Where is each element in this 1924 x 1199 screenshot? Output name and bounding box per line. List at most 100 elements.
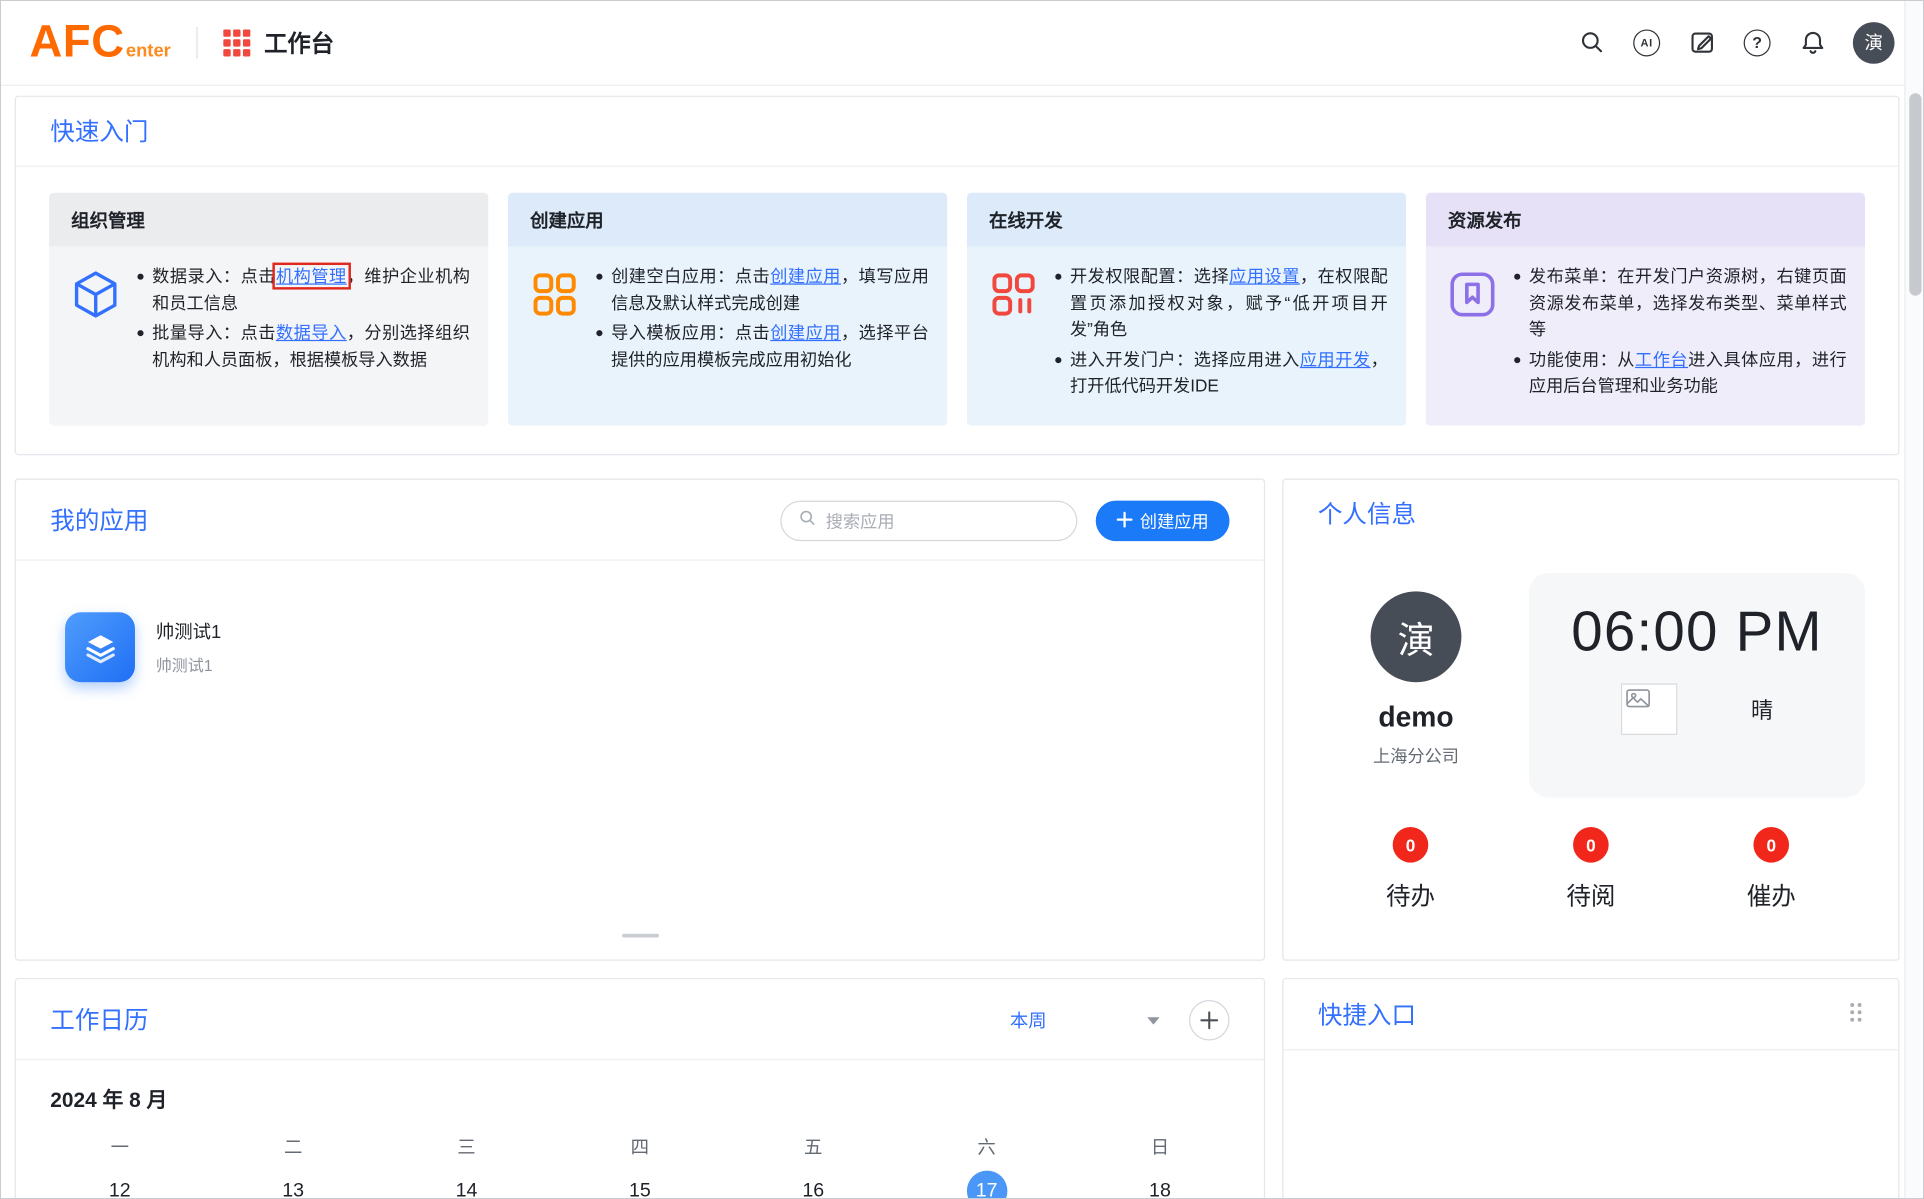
bookmark-window-icon [1445, 267, 1499, 408]
bullet-text: 开发权限配置：选择 [1070, 266, 1229, 286]
scroll-hint-bar[interactable] [621, 934, 658, 938]
quick-entry-body [1283, 1050, 1898, 1199]
link-app-development[interactable]: 应用开发 [1300, 349, 1371, 369]
ai-assistant-icon[interactable]: AI [1632, 28, 1661, 57]
bullet-item: 进入开发门户：选择应用进入应用开发，打开低代码开发IDE [1053, 347, 1388, 400]
range-value: 本周 [1010, 1007, 1047, 1033]
quickstart-header: 快速入门 [16, 97, 1898, 167]
quickstart-title: 快速入门 [50, 118, 148, 147]
calendar-date[interactable]: 14 [380, 1171, 553, 1199]
profile-org: 上海分公司 [1318, 744, 1514, 769]
calendar-controls: 本周 [1010, 1000, 1230, 1040]
app-grid-icon [528, 267, 582, 408]
afcenter-logo[interactable]: AFC enter [29, 24, 170, 61]
calendar-date[interactable]: 18 [1073, 1171, 1246, 1199]
app-texts: 帅测试1 帅测试1 [156, 618, 221, 676]
chevron-down-icon [1147, 1017, 1159, 1024]
quick-entry-title: 快捷入口 [1318, 1001, 1416, 1030]
time-weather-card: 06:00 PM 晴 [1529, 573, 1865, 798]
add-event-button[interactable] [1189, 1000, 1229, 1040]
profile-name: demo [1318, 701, 1514, 734]
layers-app-icon [65, 612, 135, 682]
date-row: 12 13 14 15 16 17 18 [16, 1171, 1264, 1199]
compose-icon[interactable] [1687, 28, 1716, 57]
app-search-box[interactable] [780, 501, 1077, 541]
link-create-app[interactable]: 创建应用 [770, 266, 841, 286]
calendar-date[interactable]: 13 [206, 1171, 379, 1199]
workbench-nav[interactable]: 工作台 [224, 26, 334, 59]
quickstart-cards: 组织管理 数据录入：点击机构管理，维护企业机构和员工信息 批量导入：点 [16, 167, 1898, 426]
calendar-date-selected[interactable]: 17 [900, 1171, 1073, 1199]
bullet-item: 数据录入：点击机构管理，维护企业机构和员工信息 [135, 264, 470, 317]
bullet-text: 功能使用：从 [1529, 349, 1635, 369]
weekday-label: 一 [33, 1134, 206, 1160]
quickstart-card-organization: 组织管理 数据录入：点击机构管理，维护企业机构和员工信息 批量导入：点 [49, 193, 488, 426]
app-name: 帅测试1 [156, 618, 221, 644]
bullet-item: 发布菜单：在开发门户资源树，右键页面资源发布菜单，选择发布类型、菜单样式等 [1512, 264, 1847, 343]
weather-row: 晴 [1621, 683, 1773, 735]
bullet-text: 数据录入：点击 [152, 266, 276, 286]
counter-to-read[interactable]: 0 待阅 [1566, 827, 1615, 912]
range-dropdown[interactable]: 本周 [1010, 1007, 1160, 1033]
quick-entry-panel: 快捷入口 [1282, 978, 1899, 1199]
bullet-text: 导入模板应用：点击 [611, 323, 770, 343]
urge-label: 催办 [1747, 876, 1796, 912]
calendar-date[interactable]: 16 [727, 1171, 900, 1199]
urge-count-badge: 0 [1753, 827, 1789, 863]
quickstart-card-create-app: 创建应用 创建空白应用：点击创建应用，填写应用信息及默认样式完成创建 [508, 193, 947, 426]
help-icon[interactable]: ? [1742, 28, 1771, 57]
screen: AFC enter 工作台 AI [0, 0, 1924, 1199]
my-apps-panel: 我的应用 创建应用 [15, 479, 1265, 961]
to-read-label: 待阅 [1566, 876, 1615, 912]
weekday-label: 四 [553, 1134, 726, 1160]
link-org-management[interactable]: 机构管理 [276, 266, 347, 286]
bullet-text: 批量导入：点击 [152, 323, 276, 343]
counter-urge[interactable]: 0 催办 [1747, 827, 1796, 912]
search-icon[interactable] [1577, 28, 1606, 57]
weekday-label: 二 [206, 1134, 379, 1160]
notifications-bell-icon[interactable] [1798, 28, 1827, 57]
link-data-import[interactable]: 数据导入 [276, 323, 347, 343]
weather-condition: 晴 [1751, 693, 1773, 725]
weekday-label: 五 [727, 1134, 900, 1160]
bullet-item: 创建空白应用：点击创建应用，填写应用信息及默认样式完成创建 [594, 264, 929, 317]
card-title: 资源发布 [1426, 193, 1865, 247]
weekday-row: 一 二 三 四 五 六 日 [16, 1134, 1264, 1160]
cube-icon [69, 267, 123, 408]
logo-suffix-text: enter [126, 40, 171, 61]
weekday-label: 六 [900, 1134, 1073, 1160]
counter-todo[interactable]: 0 待办 [1386, 827, 1435, 912]
todo-label: 待办 [1386, 876, 1435, 912]
scrollbar-track[interactable] [1904, 0, 1924, 1199]
personal-body: 演 demo 上海分公司 06:00 PM 晴 [1283, 548, 1898, 797]
profile-avatar[interactable]: 演 [1371, 591, 1462, 682]
components-icon [987, 267, 1041, 408]
scrollbar-thumb[interactable] [1909, 93, 1921, 295]
personal-info-panel: 个人信息 演 demo 上海分公司 06:00 PM [1282, 479, 1899, 961]
todo-count-badge: 0 [1393, 827, 1429, 863]
calendar-month-label: 2024 年 8 月 [50, 1082, 1229, 1113]
calendar-date[interactable]: 15 [553, 1171, 726, 1199]
create-app-button[interactable]: 创建应用 [1096, 501, 1230, 541]
app-item[interactable]: 帅测试1 帅测试1 [65, 612, 384, 682]
personal-info-header: 个人信息 [1283, 480, 1898, 549]
divider [197, 26, 198, 58]
user-avatar[interactable]: 演 [1853, 21, 1895, 63]
weekday-label: 三 [380, 1134, 553, 1160]
work-calendar-panel: 工作日历 本周 2024 年 8 月 一 二 三 四 五 六 日 [15, 978, 1265, 1199]
bullet-item: 批量导入：点击数据导入，分别选择组织机构和人员面板，根据模板导入数据 [135, 320, 470, 373]
quickstart-card-online-dev: 在线开发 开发权限配置：选择应用设置，在权限配置页添加授权对象，赋予“低开项目开… [967, 193, 1406, 426]
search-input[interactable] [826, 511, 1060, 531]
broken-image-icon [1621, 683, 1677, 735]
clock-time: 06:00 PM [1571, 598, 1822, 664]
link-workbench[interactable]: 工作台 [1635, 349, 1688, 369]
drag-handle-icon[interactable] [1847, 1000, 1864, 1031]
card-title: 在线开发 [967, 193, 1406, 247]
link-app-settings[interactable]: 应用设置 [1229, 266, 1300, 286]
calendar-date[interactable]: 12 [33, 1171, 206, 1199]
personal-info-title: 个人信息 [1318, 501, 1416, 530]
apps-list: 帅测试1 帅测试1 [16, 561, 1264, 960]
search-icon [798, 508, 818, 534]
my-apps-header: 我的应用 创建应用 [16, 480, 1264, 561]
link-create-app[interactable]: 创建应用 [770, 323, 841, 343]
